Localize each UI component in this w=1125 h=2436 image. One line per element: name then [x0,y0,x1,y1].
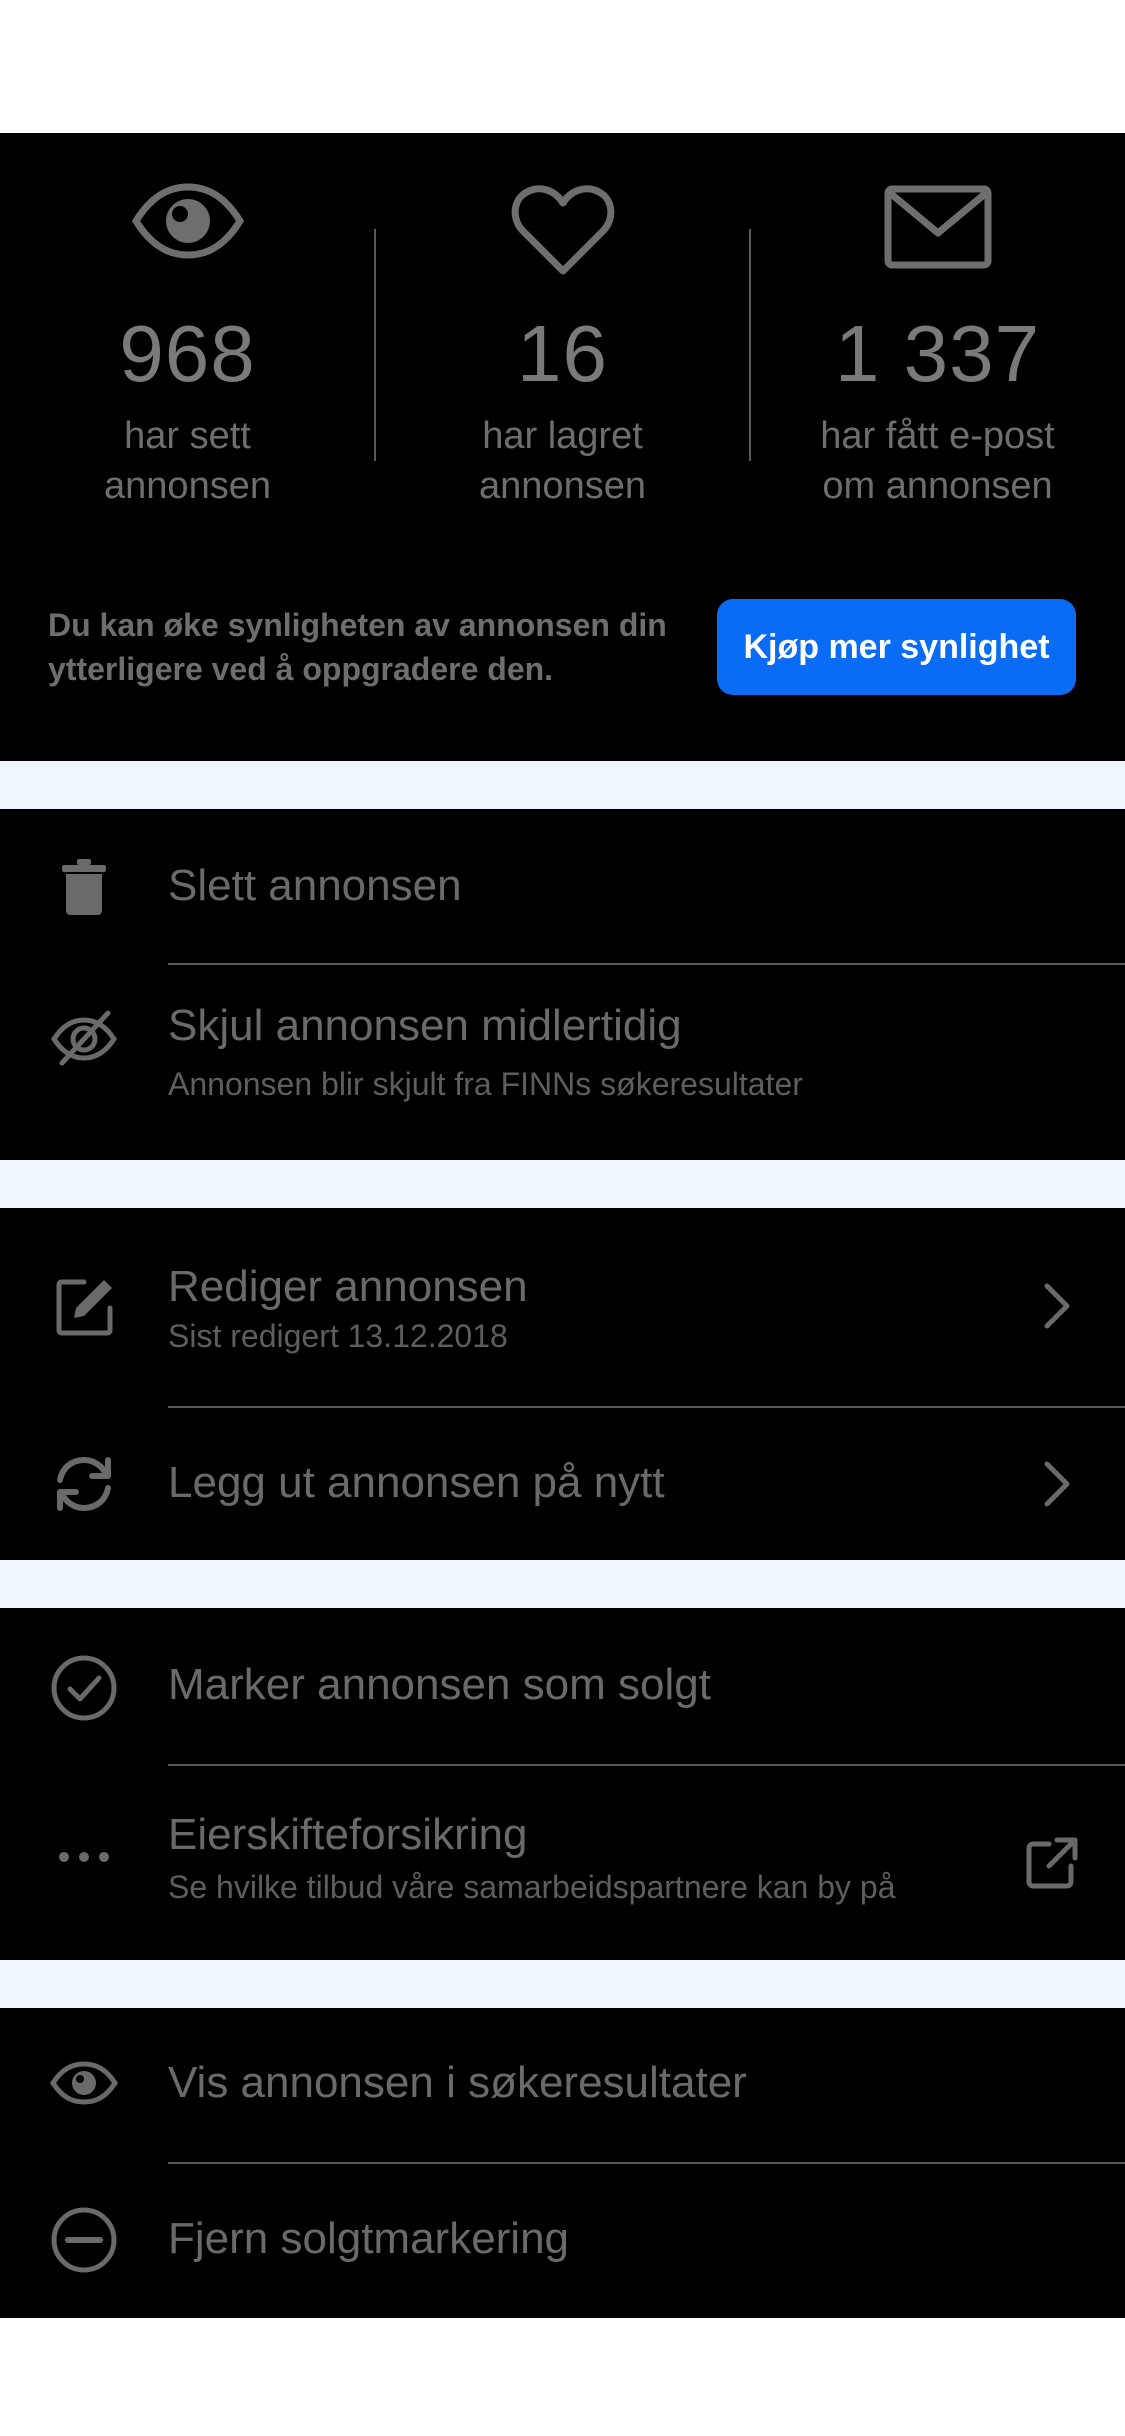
hide-ad-row[interactable]: Skjul annonsen midlertidig Annonsen blir… [0,965,1125,1160]
stat-saves: 16 har lagret annonsen [375,133,750,563]
show-in-results-row[interactable]: Vis annonsen i søkeresultater [0,2008,1125,2162]
row-title: Eierskifteforsikring [168,1810,528,1859]
check-circle-icon [50,1654,118,1727]
row-title: Rediger annonsen [168,1262,528,1311]
eye-icon [50,2060,118,2111]
action-group-visibility: Vis annonsen i søkeresultater Fjern solg… [0,2008,1125,2318]
action-group-sale: Marker annonsen som solgt Eierskiftefors… [0,1608,1125,1960]
edit-ad-row[interactable]: Rediger annonsen Sist redigert 13.12.201… [0,1208,1125,1406]
chevron-right-icon [1043,1282,1071,1335]
chevron-right-icon [1043,1460,1071,1513]
minus-circle-icon [50,2206,118,2279]
action-group-edit: Rediger annonsen Sist redigert 13.12.201… [0,1208,1125,1560]
buy-visibility-button[interactable]: Kjøp mer synlighet [717,599,1076,695]
stat-value: 968 [119,309,256,398]
mark-sold-row[interactable]: Marker annonsen som solgt [0,1608,1125,1764]
stat-value: 16 [517,309,608,398]
republish-ad-row[interactable]: Legg ut annonsen på nytt [0,1408,1125,1560]
row-subtitle: Se hvilke tilbud våre samarbeidspartnere… [168,1869,896,1905]
more-dots-icon [58,1850,110,1868]
eye-slash-icon [50,1009,118,1074]
ad-statistics: 968 har sett annonsen 16 har lagret annons… [0,133,1125,761]
stat-label: har lagret annonsen [479,415,646,507]
status-bar-area [0,0,1125,133]
action-group-manage: Slett annonsen Skjul annonsen midlertidi… [0,809,1125,1160]
refresh-icon [50,1450,118,1523]
row-subtitle: Annonsen blir skjult fra FINNs søkeresul… [168,1066,803,1102]
stat-emails: 1 337 har fått e-post om annonsen [750,133,1125,563]
row-title: Legg ut annonsen på nytt [168,1458,665,1507]
trash-icon [62,859,106,920]
row-title: Fjern solgtmarkering [168,2214,570,2263]
eye-icon [130,181,246,266]
stat-value: 1 337 [834,309,1041,398]
section-separator [0,761,1125,809]
stat-label: har sett annonsen [104,415,271,507]
bottom-area [0,2318,1125,2436]
stat-views: 968 har sett annonsen [0,133,375,563]
row-subtitle: Sist redigert 13.12.2018 [168,1318,508,1354]
insurance-row[interactable]: Eierskifteforsikring Se hvilke tilbud vå… [0,1766,1125,1960]
edit-icon [54,1276,116,1343]
promo-text: Du kan øke synligheten av annonsen din y… [48,607,667,687]
section-separator [0,1560,1125,1608]
heart-icon [511,183,615,282]
row-title: Marker annonsen som solgt [168,1660,711,1709]
envelope-icon [884,185,992,274]
row-title: Skjul annonsen midlertidig [168,1001,682,1050]
remove-sold-row[interactable]: Fjern solgtmarkering [0,2164,1125,2318]
delete-ad-row[interactable]: Slett annonsen [0,809,1125,963]
external-link-icon [1025,1836,1079,1895]
section-separator [0,1160,1125,1208]
row-title: Slett annonsen [168,861,462,910]
row-title: Vis annonsen i søkeresultater [168,2058,747,2107]
section-separator [0,1960,1125,2008]
stat-label: har fått e-post om annonsen [820,415,1055,507]
